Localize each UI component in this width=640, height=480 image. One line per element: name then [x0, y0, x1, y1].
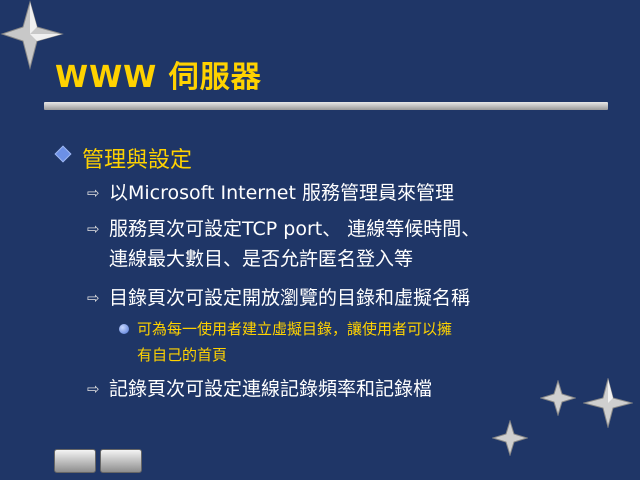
diamond-bullet-icon — [54, 145, 72, 163]
star-icon — [492, 420, 528, 456]
arrow-bullet-icon: ⇨ — [87, 184, 100, 202]
slide: WWW 伺服器 管理與設定 ⇨ 以Microsoft Internet 服務管理… — [0, 0, 640, 480]
arrow-bullet-icon: ⇨ — [87, 220, 100, 238]
round-bullet-icon — [119, 324, 129, 334]
title-divider — [44, 102, 608, 110]
star-icon — [540, 380, 576, 416]
star-icon — [583, 378, 633, 428]
next-slide-button[interactable] — [100, 449, 142, 473]
arrow-bullet-icon: ⇨ — [87, 380, 100, 398]
prev-slide-button[interactable] — [54, 449, 96, 473]
heading-text: 管理與設定 — [82, 148, 193, 173]
slide-title: WWW 伺服器 — [55, 60, 262, 95]
arrow-bullet-icon: ⇨ — [87, 289, 100, 307]
